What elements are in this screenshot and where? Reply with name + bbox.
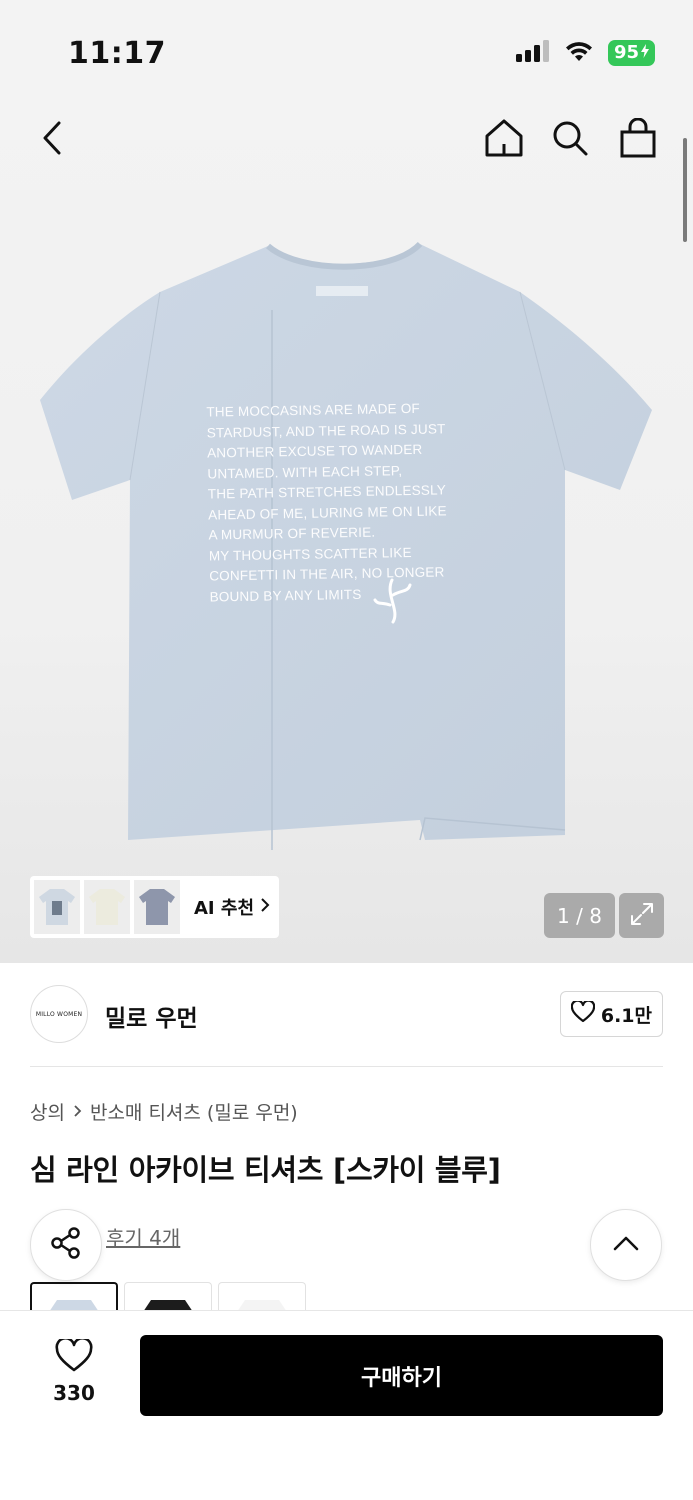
cart-button[interactable] (610, 112, 666, 168)
bottom-action-bar: 330 구매하기 (0, 1310, 693, 1500)
share-icon (49, 1226, 83, 1264)
battery-indicator: 95 (607, 40, 655, 66)
share-button[interactable] (30, 1209, 102, 1281)
breadcrumb-subcategory[interactable]: 반소매 티셔츠 (밀로 우먼) (90, 1098, 298, 1125)
color-swatch[interactable] (218, 1282, 306, 1312)
chevron-up-icon (613, 1235, 639, 1255)
recommend-thumb[interactable] (34, 880, 80, 934)
brand-row: MILLO WOMEN 밀로 우먼 6.1만 (30, 963, 663, 1067)
wishlist-button[interactable]: 330 (44, 1336, 104, 1405)
wifi-icon (564, 40, 594, 66)
color-swatch[interactable] (30, 1282, 118, 1312)
ai-recommend-chip[interactable]: AI 추천 (30, 876, 279, 938)
chevron-right-icon (73, 1101, 82, 1123)
scroll-top-button[interactable] (590, 1209, 662, 1281)
review-link[interactable]: 후기 4개 (106, 1222, 180, 1251)
product-image-gallery[interactable]: THE MOCCASINS ARE MADE OF STARDUST, AND … (0, 100, 693, 963)
status-time: 11:17 (68, 36, 166, 71)
recommend-thumb[interactable] (84, 880, 130, 934)
brand-logo[interactable]: MILLO WOMEN (30, 985, 88, 1043)
shirt-print-text: THE MOCCASINS ARE MADE OF STARDUST, AND … (206, 400, 447, 605)
signal-icon (515, 40, 550, 66)
brand-logo-text: MILLO WOMEN (35, 1010, 83, 1018)
color-swatch[interactable] (124, 1282, 212, 1312)
chevron-right-icon (260, 897, 270, 918)
product-title: 심 라인 아카이브 티셔츠 [스카이 블루] (30, 1153, 501, 1187)
battery-level: 95 (613, 42, 639, 63)
charging-icon (641, 41, 649, 65)
chevron-left-icon (41, 120, 63, 160)
wishlist-count: 330 (53, 1381, 95, 1405)
search-button[interactable] (542, 112, 598, 168)
image-counter: 1 / 8 (544, 893, 615, 938)
heart-icon (570, 999, 596, 1028)
home-icon (484, 118, 524, 162)
heart-icon (55, 1336, 93, 1377)
expand-button[interactable] (619, 893, 664, 938)
shopping-bag-icon (620, 117, 656, 162)
brand-like-count: 6.1만 (600, 1004, 652, 1027)
expand-icon (629, 901, 655, 931)
breadcrumb-category[interactable]: 상의 (30, 1098, 65, 1125)
brand-like-button[interactable]: 6.1만 (559, 991, 663, 1037)
color-options (30, 1282, 306, 1312)
home-button[interactable] (476, 112, 532, 168)
status-bar: 11:17 95 (0, 0, 693, 100)
status-icons: 95 (515, 40, 655, 66)
recommend-thumb[interactable] (134, 880, 180, 934)
ai-recommend-link[interactable]: AI 추천 (194, 894, 270, 920)
scroll-indicator (683, 138, 687, 242)
back-button[interactable] (24, 112, 80, 168)
search-icon (551, 119, 589, 161)
brand-name[interactable]: 밀로 우먼 (105, 999, 198, 1033)
buy-button[interactable]: 구매하기 (140, 1335, 663, 1416)
ai-recommend-label: AI 추천 (194, 898, 255, 919)
breadcrumb: 상의 반소매 티셔츠 (밀로 우먼) (30, 1098, 298, 1125)
